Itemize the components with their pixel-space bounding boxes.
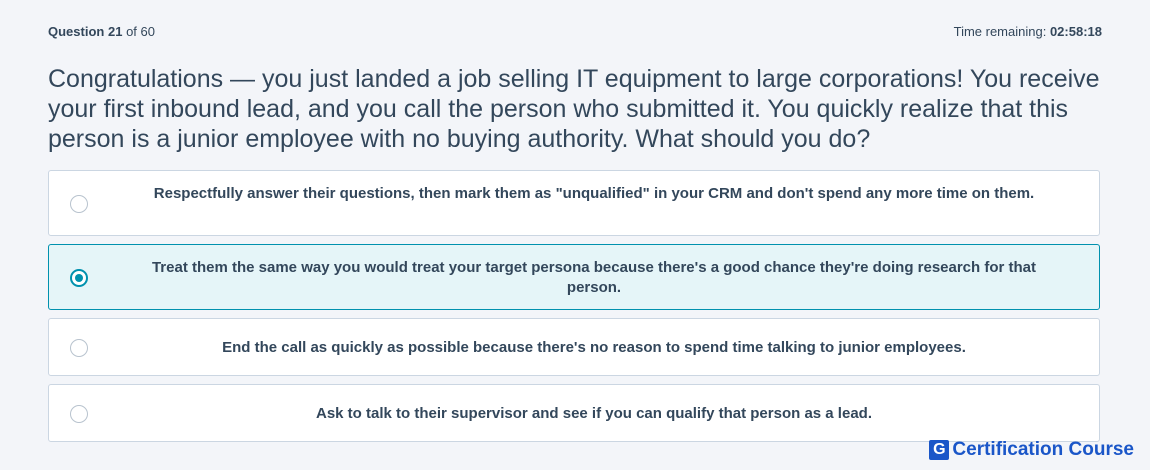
answer-option-3[interactable]: End the call as quickly as possible beca…: [48, 318, 1100, 376]
radio-button[interactable]: [70, 339, 88, 357]
answer-option-label: Treat them the same way you would treat …: [151, 259, 1037, 296]
answer-option-1[interactable]: Respectfully answer their questions, the…: [48, 170, 1100, 236]
radio-button-selected[interactable]: [70, 269, 88, 287]
answer-option-label: Ask to talk to their supervisor and see …: [316, 405, 872, 422]
question-number: 21: [107, 24, 123, 39]
certification-course-watermark: G Certification Course: [929, 439, 1134, 461]
quiz-header: Question 21 of 60 Time remaining: 02:58:…: [48, 24, 1102, 42]
question-text: Congratulations — you just landed a job …: [48, 65, 1100, 153]
radio-button[interactable]: [70, 405, 88, 423]
answer-option-label: End the call as quickly as possible beca…: [222, 339, 966, 356]
g-logo-icon: G: [929, 440, 950, 460]
answer-option-2[interactable]: Treat them the same way you would treat …: [48, 244, 1100, 310]
question-label: Question: [48, 24, 105, 39]
answer-option-4[interactable]: Ask to talk to their supervisor and see …: [48, 384, 1100, 442]
time-label: Time remaining:: [953, 24, 1047, 39]
question-counter: Question 21 of 60: [48, 24, 155, 39]
radio-button[interactable]: [70, 195, 88, 213]
time-remaining: Time remaining: 02:58:18: [954, 24, 1102, 39]
watermark-text: Certification Course: [952, 439, 1134, 460]
question-total: of 60: [126, 24, 155, 39]
answer-option-label: Respectfully answer their questions, the…: [153, 185, 1035, 202]
time-value: 02:58:18: [1049, 24, 1102, 39]
